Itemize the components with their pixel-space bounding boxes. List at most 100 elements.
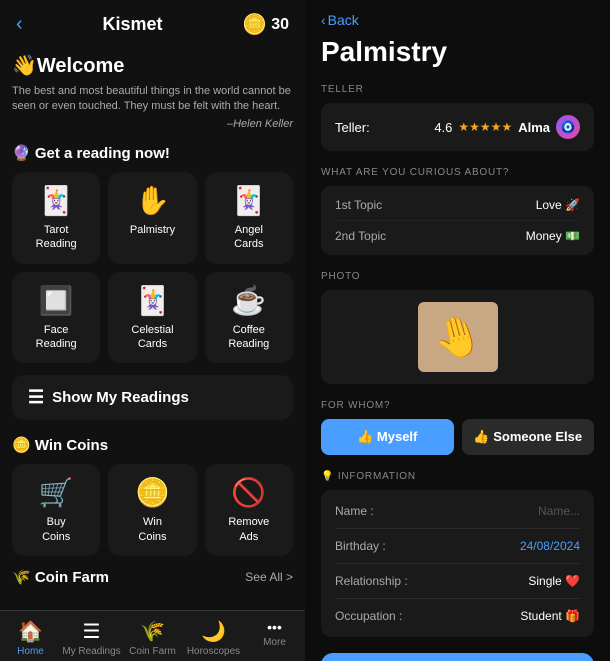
- celestial-icon: 🃏: [135, 284, 170, 317]
- right-content: Palmistry TELLER Teller: 4.6 ★★★★★ Alma …: [305, 36, 610, 661]
- coin-farm-section: 🌾 Coin Farm See All >: [12, 568, 293, 586]
- myself-button[interactable]: 👍 Myself: [321, 419, 454, 455]
- show-readings-button[interactable]: ☰ Show My Readings: [12, 375, 293, 420]
- home-icon: 🏠: [18, 619, 43, 644]
- photo-box[interactable]: [321, 290, 594, 384]
- topic-1-key: 1st Topic: [335, 198, 382, 212]
- topics-box: 1st Topic Love 🚀 2nd Topic Money 💵: [321, 186, 594, 255]
- teller-name: Alma: [518, 120, 550, 135]
- palmistry-card[interactable]: ✋ Palmistry: [108, 172, 196, 264]
- someone-else-label: 👍 Someone Else: [473, 429, 582, 445]
- welcome-author: –Helen Keller: [12, 117, 293, 132]
- info-relationship-row: Relationship : Single ❤️: [335, 564, 580, 599]
- nav-my-readings-label: My Readings: [62, 646, 120, 657]
- topic-1-value: Love 🚀: [536, 198, 580, 212]
- relationship-key: Relationship :: [335, 574, 408, 588]
- angel-cards-icon: 🃏: [231, 184, 266, 217]
- my-readings-icon: ☰: [83, 619, 101, 644]
- myself-label: 👍 Myself: [357, 429, 417, 445]
- win-coins-icon: 🪙: [135, 476, 170, 509]
- hand-photo: [418, 302, 498, 372]
- info-name-row: Name : Name...: [335, 494, 580, 529]
- send-button[interactable]: 📨 📨 Send: [321, 653, 594, 661]
- buy-coins-card[interactable]: 🛒 BuyCoins: [12, 464, 100, 556]
- coin-icon: 🪙: [242, 12, 267, 37]
- bottom-nav: 🏠 Home ☰ My Readings 🌾 Coin Farm 🌙 Horos…: [0, 610, 305, 661]
- win-coins-label: WinCoins: [138, 515, 166, 544]
- info-birthday-row: Birthday : 24/08/2024: [335, 529, 580, 564]
- curious-label: WHAT ARE YOU CURIOUS ABOUT?: [321, 167, 594, 178]
- coffee-label: CoffeeReading: [228, 323, 269, 352]
- reading-grid: 🃏 TarotReading ✋ Palmistry 🃏 AngelCards …: [12, 172, 293, 363]
- horoscopes-icon: 🌙: [201, 619, 226, 644]
- teller-stars: ★★★★★: [458, 120, 512, 134]
- teller-key: Teller:: [335, 120, 370, 135]
- nav-more[interactable]: ••• More: [244, 619, 305, 657]
- list-icon: ☰: [28, 387, 44, 408]
- angel-cards-card[interactable]: 🃏 AngelCards: [205, 172, 293, 264]
- right-back-link[interactable]: ‹ Back: [321, 12, 359, 28]
- palmistry-icon: ✋: [135, 184, 170, 217]
- right-header: ‹ Back: [305, 0, 610, 36]
- nav-home[interactable]: 🏠 Home: [0, 619, 61, 657]
- tarot-reading-card[interactable]: 🃏 TarotReading: [12, 172, 100, 264]
- get-reading-title: 🔮 Get a reading now!: [12, 144, 293, 162]
- coffee-reading-card[interactable]: ☕ CoffeeReading: [205, 272, 293, 364]
- for-whom-label: FOR WHOM?: [321, 400, 594, 411]
- buy-coins-icon: 🛒: [39, 476, 74, 509]
- name-value: Name...: [538, 504, 580, 518]
- topic-2-value: Money 💵: [526, 229, 580, 243]
- face-reading-card[interactable]: 🔲 FaceReading: [12, 272, 100, 364]
- coins-display: 🪙 30: [242, 12, 289, 37]
- birthday-value: 24/08/2024: [520, 539, 580, 553]
- coin-farm-icon: 🌾: [140, 619, 165, 644]
- nav-horoscopes[interactable]: 🌙 Horoscopes: [183, 619, 244, 657]
- nav-home-label: Home: [17, 646, 44, 657]
- back-button[interactable]: ‹: [16, 13, 23, 36]
- nav-more-label: More: [263, 637, 286, 648]
- win-coins-card[interactable]: 🪙 WinCoins: [108, 464, 196, 556]
- palmistry-label: Palmistry: [130, 223, 175, 237]
- coin-actions-grid: 🛒 BuyCoins 🪙 WinCoins 🚫 RemoveAds: [12, 464, 293, 556]
- left-header: ‹ Kismet 🪙 30: [0, 0, 305, 45]
- win-coins-section: 🪙 Win Coins 🛒 BuyCoins 🪙 WinCoins 🚫 Remo…: [12, 436, 293, 556]
- name-key: Name :: [335, 504, 374, 518]
- info-section: 💡 INFORMATION Name : Name... Birthday : …: [321, 471, 594, 637]
- nav-coin-farm-label: Coin Farm: [129, 646, 176, 657]
- tarot-label: TarotReading: [36, 223, 77, 252]
- remove-ads-card[interactable]: 🚫 RemoveAds: [205, 464, 293, 556]
- win-coins-title: 🪙 Win Coins: [12, 436, 293, 454]
- photo-label: PHOTO: [321, 271, 594, 282]
- birthday-key: Birthday :: [335, 539, 386, 553]
- info-box: Name : Name... Birthday : 24/08/2024 Rel…: [321, 490, 594, 637]
- celestial-cards-card[interactable]: 🃏 CelestialCards: [108, 272, 196, 364]
- buy-coins-label: BuyCoins: [42, 515, 70, 544]
- for-whom-section: FOR WHOM? 👍 Myself 👍 Someone Else: [321, 400, 594, 455]
- left-content: 👋Welcome The best and most beautiful thi…: [0, 45, 305, 661]
- info-occupation-row: Occupation : Student 🎁: [335, 599, 580, 633]
- topic-row-2: 2nd Topic Money 💵: [335, 221, 580, 251]
- teller-avatar: 🧿: [556, 115, 580, 139]
- nav-coin-farm[interactable]: 🌾 Coin Farm: [122, 619, 183, 657]
- someone-else-button[interactable]: 👍 Someone Else: [462, 419, 595, 455]
- occupation-key: Occupation :: [335, 609, 402, 623]
- coin-count: 30: [271, 16, 289, 34]
- angel-cards-label: AngelCards: [234, 223, 263, 252]
- teller-rating: 4.6: [434, 120, 452, 135]
- chevron-left-icon: ‹: [321, 12, 326, 28]
- back-label: Back: [328, 12, 359, 28]
- whom-buttons: 👍 Myself 👍 Someone Else: [321, 419, 594, 455]
- face-reading-label: FaceReading: [36, 323, 77, 352]
- teller-label: TELLER: [321, 84, 594, 95]
- celestial-label: CelestialCards: [131, 323, 173, 352]
- nav-horoscopes-label: Horoscopes: [187, 646, 240, 657]
- info-label: 💡 INFORMATION: [321, 471, 594, 482]
- teller-right: 4.6 ★★★★★ Alma 🧿: [434, 115, 580, 139]
- occupation-value: Student 🎁: [520, 609, 580, 623]
- face-reading-icon: 🔲: [39, 284, 74, 317]
- palmistry-title: Palmistry: [321, 36, 594, 68]
- coin-farm-title: 🌾 Coin Farm: [12, 568, 109, 586]
- relationship-value: Single ❤️: [528, 574, 580, 588]
- nav-my-readings[interactable]: ☰ My Readings: [61, 619, 122, 657]
- see-all-link[interactable]: See All >: [245, 570, 293, 584]
